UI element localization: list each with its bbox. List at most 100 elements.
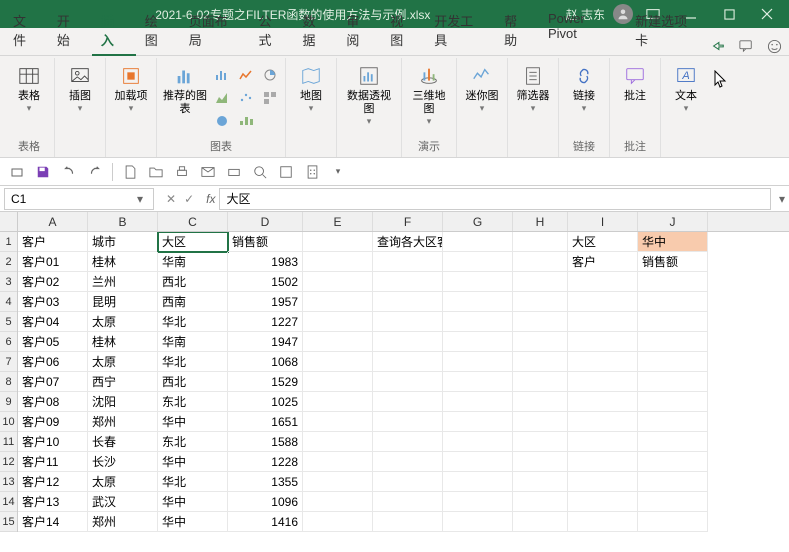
cell-G8[interactable] (443, 372, 513, 392)
cell-A5[interactable]: 客户04 (18, 312, 88, 332)
slicer-button[interactable]: 筛选器▾ (512, 62, 554, 116)
email-icon[interactable] (197, 161, 219, 183)
cell-H12[interactable] (513, 452, 568, 472)
cell-H13[interactable] (513, 472, 568, 492)
cell-H9[interactable] (513, 392, 568, 412)
cell-H11[interactable] (513, 432, 568, 452)
cell-H5[interactable] (513, 312, 568, 332)
row-header-11[interactable]: 11 (0, 432, 17, 452)
quickprint-icon[interactable] (223, 161, 245, 183)
cell-H15[interactable] (513, 512, 568, 532)
cell-J5[interactable] (638, 312, 708, 332)
chart-bar-icon[interactable] (211, 64, 233, 86)
cell-F5[interactable] (373, 312, 443, 332)
addins-button[interactable]: 加载项▾ (110, 62, 152, 116)
cell-F3[interactable] (373, 272, 443, 292)
cell-A10[interactable]: 客户09 (18, 412, 88, 432)
cell-H1[interactable] (513, 232, 568, 252)
tab-新建选项卡[interactable]: 新建选项卡 (626, 6, 709, 55)
preview-icon[interactable] (249, 161, 271, 183)
share-icon[interactable] (709, 37, 727, 55)
cell-E15[interactable] (303, 512, 373, 532)
cell-I1[interactable]: 大区 (568, 232, 638, 252)
save-icon[interactable] (32, 161, 54, 183)
cell-I6[interactable] (568, 332, 638, 352)
cell-C2[interactable]: 华南 (158, 252, 228, 272)
cell-A15[interactable]: 客户14 (18, 512, 88, 532)
cell-E8[interactable] (303, 372, 373, 392)
map-button[interactable]: 地图▾ (290, 62, 332, 116)
cell-F14[interactable] (373, 492, 443, 512)
tab-开发工具[interactable]: 开发工具 (425, 6, 495, 55)
print-icon[interactable] (171, 161, 193, 183)
cell-E4[interactable] (303, 292, 373, 312)
tab-数据[interactable]: 数据 (293, 6, 337, 55)
cell-E2[interactable] (303, 252, 373, 272)
cell-J9[interactable] (638, 392, 708, 412)
cell-D7[interactable]: 1068 (228, 352, 303, 372)
row-header-8[interactable]: 8 (0, 372, 17, 392)
pivotchart-button[interactable]: 数据透视图▾ (341, 62, 397, 129)
redo-icon[interactable] (84, 161, 106, 183)
cell-D8[interactable]: 1529 (228, 372, 303, 392)
cell-J7[interactable] (638, 352, 708, 372)
cell-J12[interactable] (638, 452, 708, 472)
cell-E1[interactable] (303, 232, 373, 252)
cell-I4[interactable] (568, 292, 638, 312)
emoji-icon[interactable] (765, 37, 783, 55)
col-header-H[interactable]: H (513, 212, 568, 231)
cell-F11[interactable] (373, 432, 443, 452)
cell-C4[interactable]: 西南 (158, 292, 228, 312)
col-header-J[interactable]: J (638, 212, 708, 231)
cell-J2[interactable]: 销售额 (638, 252, 708, 272)
row-header-12[interactable]: 12 (0, 452, 17, 472)
cell-A6[interactable]: 客户05 (18, 332, 88, 352)
cell-A12[interactable]: 客户11 (18, 452, 88, 472)
cell-G11[interactable] (443, 432, 513, 452)
chevron-down-icon[interactable]: ▾ (133, 192, 147, 206)
formula-bar[interactable]: 大区 (219, 188, 771, 210)
cell-H14[interactable] (513, 492, 568, 512)
comments-icon[interactable] (737, 37, 755, 55)
cell-G2[interactable] (443, 252, 513, 272)
chart-more-icon[interactable] (259, 87, 281, 109)
cell-G15[interactable] (443, 512, 513, 532)
cell-J15[interactable] (638, 512, 708, 532)
cell-B11[interactable]: 长春 (88, 432, 158, 452)
cell-D12[interactable]: 1228 (228, 452, 303, 472)
cell-J8[interactable] (638, 372, 708, 392)
cell-B9[interactable]: 沈阳 (88, 392, 158, 412)
col-header-E[interactable]: E (303, 212, 373, 231)
cell-C14[interactable]: 华中 (158, 492, 228, 512)
cell-J13[interactable] (638, 472, 708, 492)
cell-I11[interactable] (568, 432, 638, 452)
open-icon[interactable] (145, 161, 167, 183)
cell-H8[interactable] (513, 372, 568, 392)
cell-G7[interactable] (443, 352, 513, 372)
cell-A9[interactable]: 客户08 (18, 392, 88, 412)
cell-E6[interactable] (303, 332, 373, 352)
cell-B7[interactable]: 太原 (88, 352, 158, 372)
cell-B6[interactable]: 桂林 (88, 332, 158, 352)
cell-I8[interactable] (568, 372, 638, 392)
cell-E7[interactable] (303, 352, 373, 372)
col-header-F[interactable]: F (373, 212, 443, 231)
tab-审阅[interactable]: 审阅 (337, 6, 381, 55)
cell-E13[interactable] (303, 472, 373, 492)
cell-J11[interactable] (638, 432, 708, 452)
chart-scatter-icon[interactable] (235, 87, 257, 109)
cell-B12[interactable]: 长沙 (88, 452, 158, 472)
cell-D1[interactable]: 销售额 (228, 232, 303, 252)
cell-F1[interactable]: 查询各大区客户及销售数据 (373, 232, 443, 252)
chart-area-icon[interactable] (211, 87, 233, 109)
tab-绘图[interactable]: 绘图 (136, 6, 180, 55)
cell-B13[interactable]: 太原 (88, 472, 158, 492)
cell-G13[interactable] (443, 472, 513, 492)
cell-D15[interactable]: 1416 (228, 512, 303, 532)
cell-C6[interactable]: 华南 (158, 332, 228, 352)
cell-C10[interactable]: 华中 (158, 412, 228, 432)
cell-J4[interactable] (638, 292, 708, 312)
cell-I2[interactable]: 客户 (568, 252, 638, 272)
cell-B1[interactable]: 城市 (88, 232, 158, 252)
cell-J3[interactable] (638, 272, 708, 292)
